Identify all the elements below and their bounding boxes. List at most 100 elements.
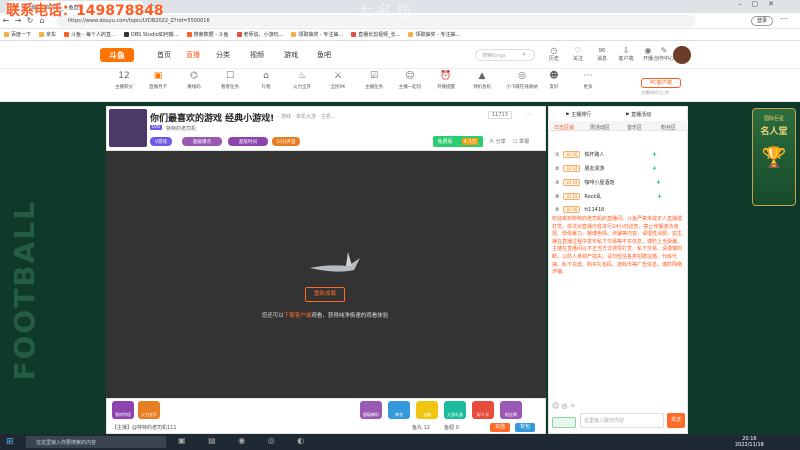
room-tag[interactable]: 超级爆点 bbox=[182, 137, 222, 146]
toolbar-item[interactable]: ☺ 主播一起玩 bbox=[396, 71, 424, 90]
watermark-overlay: 大 名 坊 bbox=[357, 2, 412, 20]
pc-client-subtext: 主播时时可上传 bbox=[641, 90, 669, 95]
window-controls[interactable]: –▢✕ bbox=[738, 0, 784, 8]
rank-row[interactable]: ④ LV 15 Rock乱 ✚ bbox=[555, 193, 662, 200]
toolbar-item[interactable]: ☑ 主播任务 bbox=[360, 71, 388, 90]
history-icon[interactable]: ◷ 历史 bbox=[543, 46, 565, 62]
heart-icon[interactable]: ♡ 关注 bbox=[567, 46, 589, 62]
rank-row[interactable]: ⑤ LV 16 tt11418 bbox=[555, 206, 604, 213]
chat-input[interactable]: 这里输入聊天内容 bbox=[580, 413, 664, 428]
nav-game[interactable]: 游戏 bbox=[284, 50, 298, 60]
tab-streamer-rank[interactable]: ⚑ 主播排行 bbox=[565, 111, 591, 118]
sync-button[interactable]: 登录 bbox=[751, 16, 773, 26]
share-button[interactable]: ⇱ 分享 bbox=[490, 138, 506, 145]
douyu-loading-fish-icon bbox=[310, 252, 360, 272]
nav-home[interactable]: 首页 bbox=[157, 50, 171, 60]
browser-menu-icon[interactable]: ⋯ bbox=[780, 14, 788, 23]
gift-item[interactable]: 粉丝牌 bbox=[500, 401, 522, 419]
tab-live-activity[interactable]: ⚑ 直播活动 bbox=[625, 111, 651, 118]
gift-item[interactable]: 好人卡 bbox=[472, 401, 494, 419]
chat-tab[interactable]: 音乐区 bbox=[627, 124, 642, 131]
chat-tab[interactable]: 粉丝区 bbox=[661, 124, 676, 131]
emoji-icon[interactable]: ☺ ◎ ✧ bbox=[552, 402, 576, 410]
taskbar-search-input[interactable]: 在这里输入你要搜索的内容 bbox=[26, 436, 166, 448]
streamer-avatar[interactable] bbox=[109, 109, 147, 147]
toolbar-item[interactable]: ☐ 看客任务 bbox=[216, 71, 244, 90]
bookmark-item[interactable]: 领取抽奖 - 专注抽... bbox=[291, 31, 343, 38]
chat-level-badge bbox=[552, 417, 576, 428]
room-tag[interactable]: 10分开直 bbox=[272, 137, 300, 146]
gift-privilege[interactable]: 我的特权 bbox=[112, 401, 134, 419]
taskbar-clock[interactable]: 20:16 2022/11/18 bbox=[735, 436, 764, 448]
banner-subtitle: 国际巨星 bbox=[763, 116, 784, 122]
create-icon[interactable]: ✎ 创作中心 bbox=[653, 46, 675, 62]
download-tip: 您还可以下载客户端观看，获得纯净极速的观看体验 bbox=[261, 313, 389, 319]
balance-fishball: 鱼丸 12 bbox=[412, 425, 430, 431]
toolbar-item[interactable]: ◎ 小飞碟在线收纳 bbox=[504, 71, 540, 90]
toolbar-item[interactable]: ⌂ 礼物 bbox=[252, 71, 280, 90]
toolbar-item[interactable]: ⚔ 全民PK bbox=[324, 71, 352, 90]
more-icon[interactable]: ⋯ bbox=[525, 111, 531, 118]
balance-fin: 鱼翅 0 bbox=[444, 425, 459, 431]
follow-button[interactable]: 免费看 4.3万 bbox=[433, 136, 483, 147]
gift-item[interactable]: 超级喇叭 bbox=[360, 401, 382, 419]
user-avatar[interactable] bbox=[673, 46, 691, 64]
toolbar-item[interactable]: ⌬ 赛线码 bbox=[180, 71, 208, 90]
room-tag[interactable]: 超级时间 bbox=[228, 137, 268, 146]
reload-button[interactable]: 重新加载 bbox=[305, 287, 345, 302]
bookmark-item[interactable]: OBS Studio如何搬... bbox=[123, 31, 179, 38]
report-button[interactable]: ☐ 举报 bbox=[513, 138, 529, 145]
trophy-icon: 🏆 bbox=[761, 145, 787, 169]
rank-row[interactable]: ② LV 24 朋友漫游 ✚ bbox=[555, 165, 657, 172]
download-icon[interactable]: ⇩ 客户端 bbox=[615, 46, 637, 62]
room-hot-count: 11713 bbox=[488, 111, 512, 119]
toolbar-item[interactable]: ▣ 直播月卡 bbox=[144, 71, 172, 90]
nav-live[interactable]: 直播 bbox=[186, 50, 200, 60]
bookmark-item[interactable]: 老师说，小游玩... bbox=[236, 31, 283, 38]
gift-fire[interactable]: 火力全开 bbox=[138, 401, 160, 419]
bookmark-item[interactable]: 搜索数据 - 斗鱼 bbox=[186, 31, 229, 38]
rank-row[interactable]: ① LV 26 铁杆路人 ✚ bbox=[555, 151, 657, 158]
toolbar-item-more[interactable]: ⋯ 更多 bbox=[574, 71, 602, 90]
recharge-button[interactable]: 充值 bbox=[490, 423, 510, 432]
level-badge: LV6 bbox=[150, 125, 162, 130]
vip-tag: V游戏 bbox=[150, 137, 172, 146]
streamer-name[interactable]: 特特的老司机 bbox=[166, 125, 196, 132]
toolbar-item[interactable]: ♨ 火力全开 bbox=[288, 71, 316, 90]
message-icon[interactable]: ✉ 消息 bbox=[591, 46, 613, 62]
send-button[interactable]: 发送 bbox=[667, 413, 685, 428]
bookmark-item[interactable]: 京东 bbox=[39, 31, 56, 38]
rank-row[interactable]: ③ LV 19 咖啡小屋酒馆 ✚ bbox=[555, 179, 661, 186]
bookmark-item[interactable]: 直播长剪视频_长... bbox=[351, 31, 400, 38]
nav-category[interactable]: 分类 bbox=[216, 50, 230, 60]
nav-yuba[interactable]: 鱼吧 bbox=[317, 50, 331, 60]
bookmark-item[interactable]: 百度一下 bbox=[4, 31, 31, 38]
video-player[interactable] bbox=[106, 151, 546, 398]
taskbar-app-icons[interactable]: ▣ ▤ ◉ ◎ ◐ bbox=[178, 436, 314, 445]
room-category[interactable]: 单机 bbox=[262, 113, 272, 120]
toolbar-item[interactable]: ▲ 领机会机 bbox=[468, 71, 496, 90]
user-line: 【主播】@特特的老司机111 bbox=[112, 425, 177, 431]
search-icon[interactable]: ⌕ bbox=[522, 50, 532, 60]
chat-tab[interactable]: 周活动区 bbox=[590, 124, 610, 131]
nav-video[interactable]: 视频 bbox=[250, 50, 264, 60]
banner-title: 名人堂 bbox=[760, 127, 788, 137]
bookmark-item[interactable]: 领取抽奖 - 专注抽... bbox=[408, 31, 460, 38]
pc-client-button[interactable]: PC客户端 bbox=[641, 78, 681, 88]
backpack-button[interactable]: 背包 bbox=[515, 423, 535, 432]
toolbar-item[interactable]: 12 主播积分 bbox=[110, 71, 138, 90]
side-banner-right[interactable]: 国际巨星 名人堂 🏆 bbox=[752, 108, 796, 206]
toolbar-item[interactable]: ⏰ 开播提醒 bbox=[432, 71, 460, 90]
gift-item[interactable]: 宝箱 bbox=[416, 401, 438, 419]
bookmarks-bar: 百度一下 京东 斗鱼 - 每个人的直... OBS Studio如何搬... 搜… bbox=[0, 29, 800, 41]
side-banner-text: FOOTBALL bbox=[8, 200, 41, 381]
download-client-link[interactable]: 下载客户端 bbox=[284, 313, 312, 319]
douyu-logo[interactable]: 斗鱼 bbox=[100, 48, 134, 62]
gift-item[interactable]: 大游礼盒 bbox=[444, 401, 466, 419]
bookmark-item[interactable]: 斗鱼 - 每个人的直... bbox=[64, 31, 116, 38]
chat-tab[interactable]: 日志区域 bbox=[554, 124, 574, 131]
windows-start-icon[interactable]: ⊞ bbox=[6, 437, 14, 447]
room-meta: · 游戏 · 单机大游 · 主机... bbox=[278, 114, 336, 120]
toolbar-item[interactable]: ☻ 友好 bbox=[540, 71, 568, 90]
gift-item[interactable]: 神龙 bbox=[388, 401, 410, 419]
